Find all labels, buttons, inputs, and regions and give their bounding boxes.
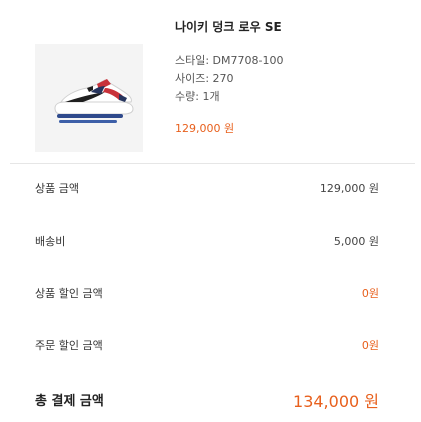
subtotal-row: 상품 금액 129,000 원 — [35, 180, 379, 200]
order-discount-label: 주문 할인 금액 — [35, 339, 103, 352]
shipping-value: 5,000 원 — [333, 235, 379, 248]
product-quantity: 수량: 1개 — [175, 90, 220, 103]
sneaker-icon — [54, 79, 134, 123]
product-style: 스타일: DM7708-100 — [175, 54, 284, 67]
shipping-label: 배송비 — [35, 235, 66, 248]
product-price: 129,000 원 — [175, 122, 235, 135]
total-value: 134,000 원 — [293, 392, 379, 411]
subtotal-label: 상품 금액 — [35, 182, 79, 195]
product-size: 사이즈: 270 — [175, 72, 234, 85]
product-card: 나이키 덩크 로우 SE 스타일: DM7708-100 사이즈: 270 수량… — [35, 14, 395, 154]
total-row: 총 결제 금액 134,000 원 — [35, 390, 379, 414]
order-discount-value: 0원 — [361, 339, 379, 352]
total-label: 총 결제 금액 — [35, 394, 104, 409]
order-summary-panel: 나이키 덩크 로우 SE 스타일: DM7708-100 사이즈: 270 수량… — [0, 0, 421, 422]
order-discount-row: 주문 할인 금액 0원 — [35, 337, 379, 357]
product-name[interactable]: 나이키 덩크 로우 SE — [175, 18, 282, 35]
section-divider — [10, 163, 415, 164]
product-discount-row: 상품 할인 금액 0원 — [35, 285, 379, 305]
product-discount-label: 상품 할인 금액 — [35, 287, 103, 300]
product-discount-value: 0원 — [361, 287, 379, 300]
subtotal-value: 129,000 원 — [319, 182, 379, 195]
product-image — [35, 44, 143, 152]
shipping-row: 배송비 5,000 원 — [35, 233, 379, 253]
